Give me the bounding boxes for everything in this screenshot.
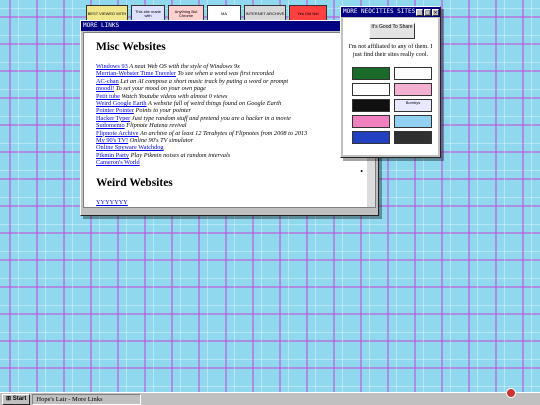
- link-description: A website full of weird things found on …: [146, 100, 282, 108]
- more-links-window[interactable]: MORE LINKS Misc Websites Windows 93 A ne…: [80, 20, 379, 216]
- neocities-site-button[interactable]: [352, 83, 390, 96]
- link-description: Let an AI compose a short music track by…: [118, 77, 289, 85]
- minimize-icon[interactable]: _: [416, 8, 423, 16]
- site-link[interactable]: Weird Google Earth: [96, 100, 147, 107]
- link-description: To see when a word was first recorded: [175, 70, 275, 78]
- link-description: A neat Web OS with the style of Windows …: [127, 63, 240, 70]
- bullet: •: [360, 167, 363, 176]
- site-link[interactable]: My 90's TV!: [96, 137, 128, 144]
- more-links-content: Misc Websites Windows 93 A neat Web OS w…: [83, 32, 376, 208]
- link-row: Online Spyware Watchdog: [96, 144, 351, 151]
- link-row: Sudomemo Flipnote Hatena revival: [96, 122, 351, 129]
- site-link[interactable]: Flipnote Archive: [96, 130, 139, 137]
- task-button[interactable]: Hope's Lair - More Links: [32, 393, 142, 405]
- neocities-site-button[interactable]: [394, 131, 432, 144]
- link-row: My 90's TV! Online 90's TV simulator: [96, 137, 351, 144]
- link-description: An archive of at least 12 Terabytes of F…: [138, 129, 308, 137]
- link-row: Cameron's World: [96, 159, 351, 166]
- start-button[interactable]: ⊞ Start: [2, 393, 31, 405]
- link-row: Weird Google Earth A website full of wei…: [96, 100, 351, 107]
- site-link[interactable]: Cameron's World: [96, 159, 140, 166]
- link-description: Points to your pointer: [133, 107, 191, 115]
- close-icon[interactable]: ×: [432, 8, 439, 16]
- badge-strip: BEST VIEWED WITH This site made with Anyth…: [86, 5, 327, 23]
- link-row: Pointer Pointer Points to your pointer: [96, 107, 351, 114]
- link-row: Petit tube Watch Youtube videos with alm…: [96, 93, 351, 100]
- site-button-grid: Bombys: [352, 67, 432, 144]
- more-links-titlebar[interactable]: MORE LINKS: [81, 21, 378, 31]
- neocities-site-button[interactable]: [352, 99, 390, 112]
- neocities-site-button[interactable]: [394, 83, 432, 96]
- site-link[interactable]: Hacker Typer: [96, 115, 130, 122]
- maximize-icon[interactable]: □: [424, 8, 431, 16]
- link-description: Flipnote Hatena revival: [124, 122, 187, 130]
- site-link[interactable]: Merrian-Webster Time Traveler: [96, 70, 176, 77]
- neocities-site-button[interactable]: [352, 67, 390, 80]
- site-link[interactable]: moodl!: [96, 85, 114, 92]
- affiliation-note: I'm not affiliated to any of them. I jus…: [348, 43, 433, 58]
- site-link[interactable]: Petit tube: [96, 93, 120, 100]
- link-row: Windows 93 A neat Web OS with the style …: [96, 63, 351, 70]
- link-description: Online 90's TV simulator: [128, 137, 194, 145]
- link-description: Play Pikmin noises at random intervals: [129, 151, 231, 159]
- section-heading-weird: Weird Websites: [96, 176, 173, 189]
- link-row: Hacker Typer Just type random stuff and …: [96, 115, 351, 122]
- taskbar: ⊞ Start Hope's Lair - More Links: [0, 392, 540, 405]
- link-row: AC-chan Let an AI compose a short music …: [96, 78, 351, 85]
- window-title: MORE LINKS: [83, 22, 120, 29]
- link-row: Merrian-Webster Time Traveler To see whe…: [96, 70, 351, 77]
- neocities-site-button[interactable]: [352, 131, 390, 144]
- start-label: Start: [12, 395, 27, 402]
- section-heading-misc: Misc Websites: [96, 41, 166, 53]
- site-link[interactable]: Pikmin Party: [96, 152, 129, 159]
- link-row: Pikmin Party Play Pikmin noises at rando…: [96, 152, 351, 159]
- link-list: Windows 93 A neat Web OS with the style …: [96, 63, 351, 167]
- site-link[interactable]: Sudomemo: [96, 122, 125, 129]
- site-link[interactable]: AC-chan: [96, 78, 119, 85]
- link-description: To set your mood on your own page: [114, 85, 206, 93]
- site-link[interactable]: Online Spyware Watchdog: [96, 144, 164, 151]
- site-link[interactable]: Windows 93: [96, 63, 128, 70]
- link-row: moodl! To set your mood on your own page: [96, 85, 351, 92]
- window-title: MORE NEOCITIES SITES: [343, 8, 416, 15]
- neocities-site-button[interactable]: [352, 115, 390, 128]
- tray-icon[interactable]: [506, 388, 516, 398]
- link-description: Watch Youtube videos with almost 0 views: [119, 92, 228, 100]
- bullet: •: [360, 205, 363, 207]
- site-link[interactable]: Pointer Pointer: [96, 107, 134, 114]
- share-button[interactable]: It's Good To Share: [369, 23, 415, 39]
- link-description: Just type random stuff and pretend you a…: [130, 114, 291, 122]
- neocities-site-button[interactable]: [394, 67, 432, 80]
- windows-logo-icon: ⊞: [6, 395, 12, 402]
- weird-link[interactable]: YYYYYYY: [96, 199, 128, 206]
- neocities-window[interactable]: MORE NEOCITIES SITES _ □ × It's Good To …: [340, 6, 441, 158]
- neocities-site-button[interactable]: [394, 115, 432, 128]
- neocities-titlebar[interactable]: MORE NEOCITIES SITES _ □ ×: [341, 7, 440, 17]
- neocities-site-button[interactable]: Bombys: [394, 99, 432, 112]
- link-row: Flipnote Archive An archive of at least …: [96, 130, 351, 137]
- neocities-content: It's Good To Share I'm not affiliated to…: [343, 18, 438, 155]
